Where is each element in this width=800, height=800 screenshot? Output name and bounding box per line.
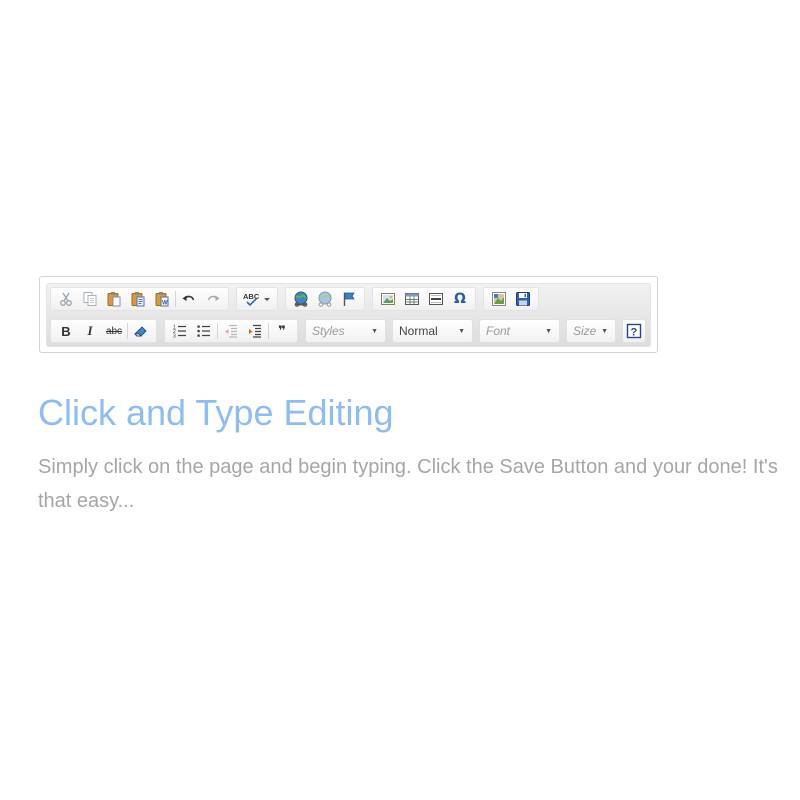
size-combo[interactable]: Size ▼ [566,319,616,343]
link-button[interactable] [289,288,313,310]
paste-text-icon [131,292,145,307]
copy-icon [83,292,97,306]
page-body-text[interactable]: Simply click on the page and begin typin… [38,450,778,518]
cut-button[interactable] [54,288,78,310]
save-icon [516,292,530,306]
image-button[interactable] [376,288,400,310]
spellcheck-button[interactable]: ABC [240,288,274,310]
svg-text:W: W [162,301,168,307]
paste-button[interactable] [102,288,126,310]
format-combo[interactable]: Normal ▼ [392,319,473,343]
chevron-down-icon: ▼ [545,327,552,335]
toolbar-row-1: W ABC Ω [50,286,546,312]
bulleted-list-icon [197,325,210,337]
chevron-down-icon: ▼ [601,327,608,335]
chevron-down-icon: ▼ [371,327,378,335]
styles-combo[interactable]: Styles ▼ [305,319,386,343]
numbered-list-icon: 1 2 3 [173,325,186,340]
bulleted-list-button[interactable] [192,320,216,342]
save-button[interactable] [511,288,535,310]
font-combo-label: Font [486,324,511,338]
font-combo[interactable]: Font ▼ [479,319,560,343]
paragraph-group: 1 2 3 ❞ [164,319,298,343]
svg-text:3: 3 [173,334,176,340]
strikethrough-icon: abc [105,325,123,337]
undo-icon [182,295,195,301]
spellcheck-icon: ABC [243,292,270,307]
insert-group: Ω [372,287,476,311]
separator [217,323,218,339]
paste-text-button[interactable] [126,288,150,310]
chevron-down-icon: ▼ [458,327,465,335]
blockquote-icon: ❞ [278,323,286,339]
insert-media-button[interactable] [487,288,511,310]
horizontal-rule-button[interactable] [424,288,448,310]
redo-icon [207,295,220,301]
table-button[interactable] [400,288,424,310]
special-char-icon: Ω [454,291,466,307]
separator [175,291,176,307]
redo-button[interactable] [201,288,225,310]
help-glyph: ? [631,327,638,339]
cut-icon [60,292,72,306]
increase-indent-button[interactable] [243,320,267,342]
spellcheck-label: ABC [243,292,260,301]
image-icon [381,293,395,305]
format-combo-label: Normal [399,324,438,338]
italic-icon: I [87,323,93,338]
size-combo-label: Size [573,324,597,338]
insert-media-icon [492,292,506,306]
numbered-list-button[interactable]: 1 2 3 [168,320,192,342]
eraser-icon [134,326,147,337]
links-group [285,287,365,311]
styles-combo-label: Styles [312,324,345,338]
basic-styles-group: B I abc [50,319,157,343]
anchor-icon [343,292,355,306]
paste-word-button[interactable]: W [150,288,174,310]
toolbar-row-2: B I abc 1 2 3 ❞ Styles ▼ Normal ▼ Font ▼… [50,318,646,344]
help-button[interactable]: ? [622,319,646,343]
page-title[interactable]: Click and Type Editing [38,392,394,434]
anchor-button[interactable] [337,288,361,310]
strikethrough-button[interactable]: abc [102,320,126,342]
outdent-icon [225,324,237,338]
remove-format-button[interactable] [129,320,153,342]
spellcheck-group: ABC [236,287,278,311]
separator [127,323,128,339]
table-icon [405,293,419,305]
file-group [483,287,539,311]
link-icon [294,291,308,307]
copy-button[interactable] [78,288,102,310]
paste-icon [107,292,121,307]
unlink-button[interactable] [313,288,337,310]
special-char-button[interactable]: Ω [448,288,472,310]
undo-button[interactable] [177,288,201,310]
unlink-icon [318,291,332,307]
bold-icon: B [61,323,71,339]
decrease-indent-button[interactable] [219,320,243,342]
clipboard-group: W [50,287,229,311]
editor-toolbar: W ABC Ω B I abc 1 2 3 ❞ Styles ▼ Normal … [46,283,651,347]
indent-icon [249,324,261,338]
rich-text-editor: W ABC Ω B I abc 1 2 3 ❞ Styles ▼ Normal … [39,276,658,353]
bold-button[interactable]: B [54,320,78,342]
italic-button[interactable]: I [78,320,102,342]
paste-word-icon: W [155,292,169,307]
help-icon: ? [626,323,642,339]
horizontal-rule-icon [429,293,443,305]
separator [268,323,269,339]
blockquote-button[interactable]: ❞ [270,320,294,342]
